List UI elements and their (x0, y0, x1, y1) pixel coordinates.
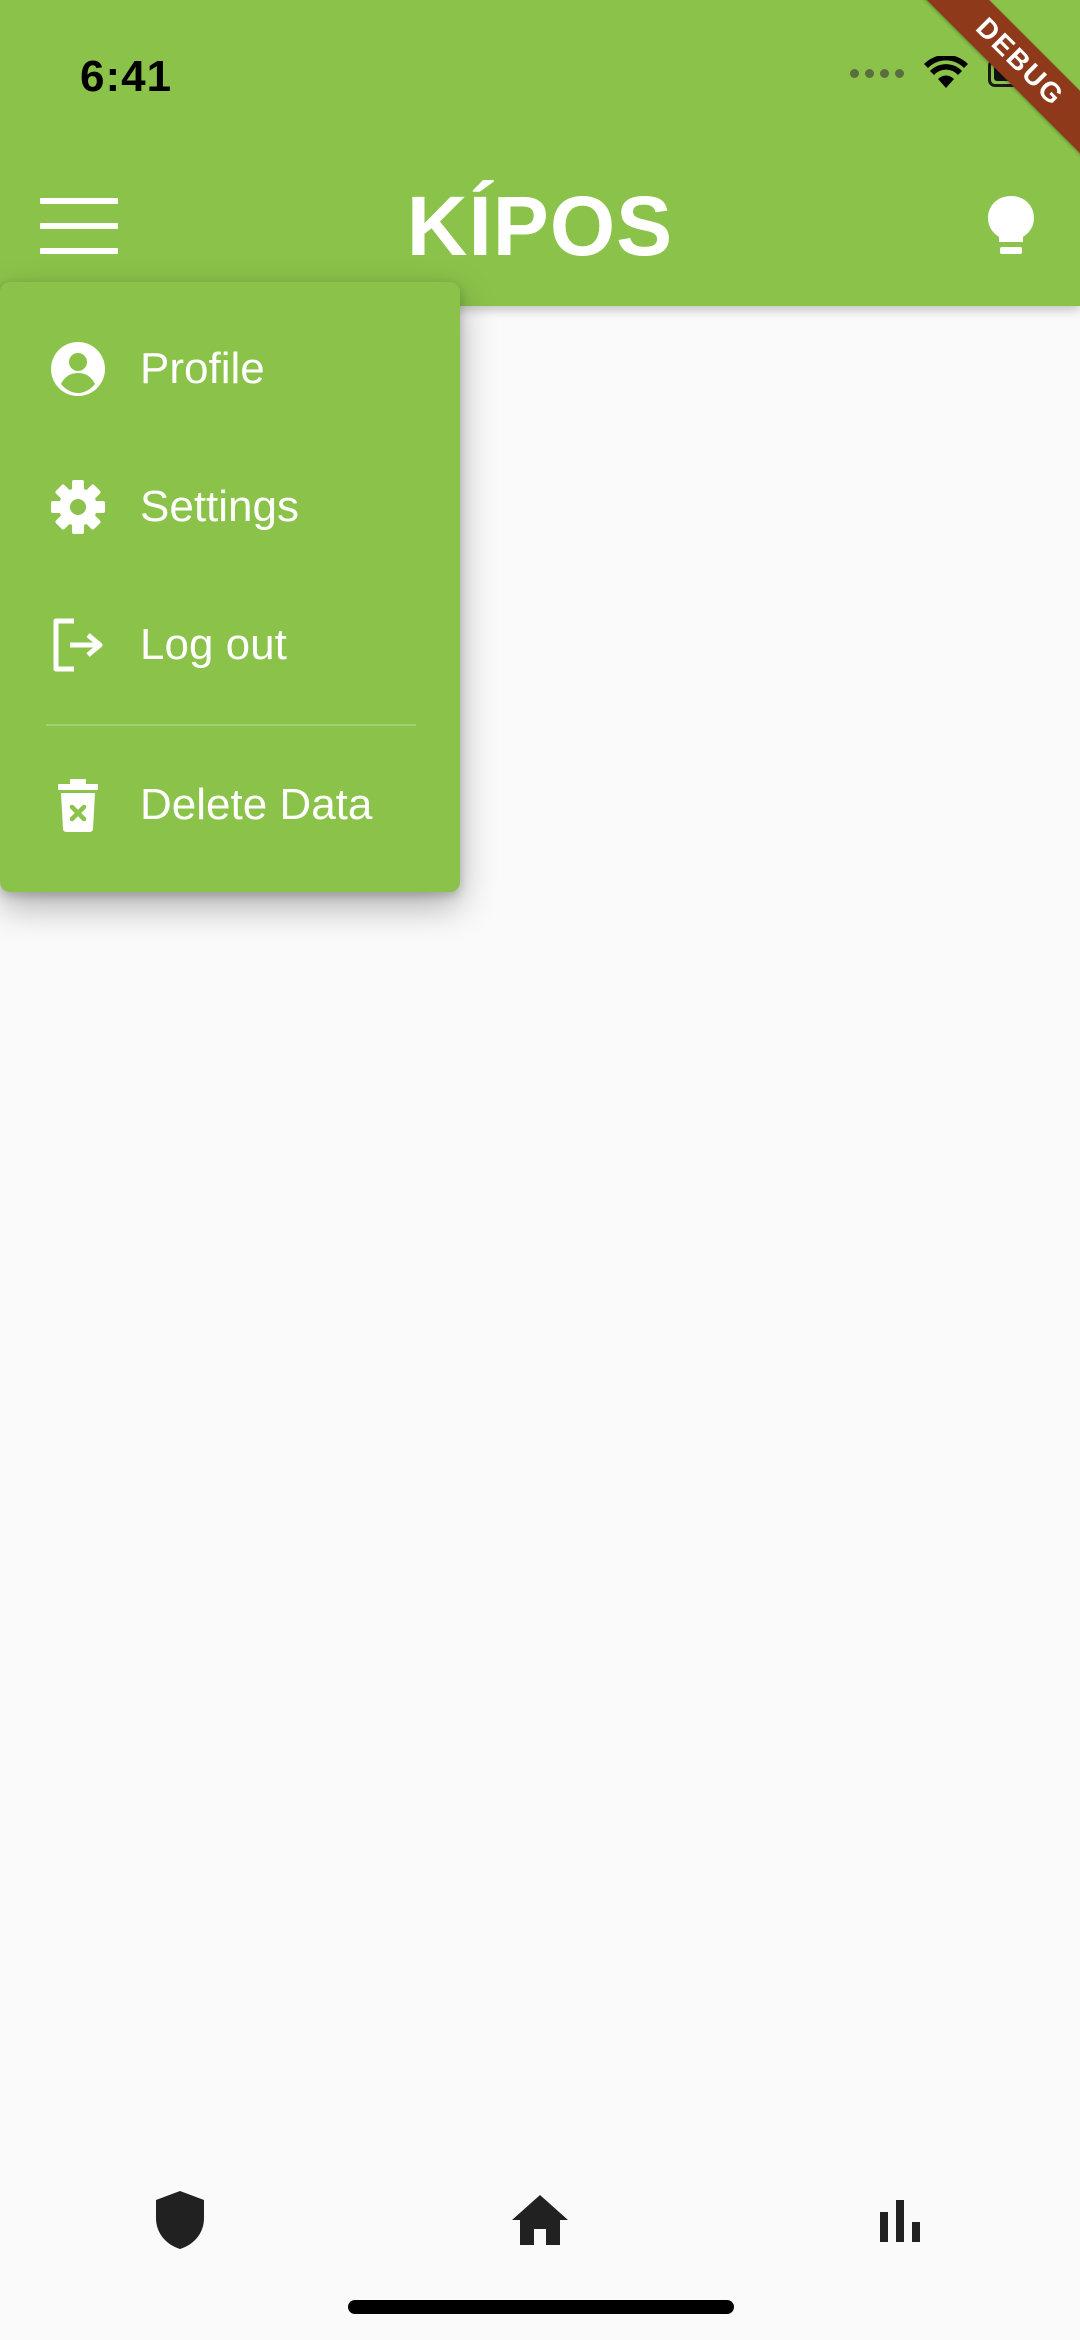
menu-item-label: Log out (140, 620, 287, 669)
home-indicator[interactable] (348, 2300, 734, 2314)
trash-icon (48, 775, 108, 835)
menu-item-logout[interactable]: Log out (0, 580, 460, 710)
menu-item-settings[interactable]: Settings (0, 442, 460, 572)
lightbulb-icon[interactable] (985, 194, 1037, 258)
nav-stats[interactable] (860, 2180, 940, 2260)
menu-item-profile[interactable]: Profile (0, 304, 460, 434)
nav-home[interactable] (500, 2180, 580, 2260)
nav-shield[interactable] (140, 2180, 220, 2260)
overflow-popup-menu: Profile Settings Log out Delete Data (0, 282, 460, 892)
gear-icon (48, 477, 108, 537)
app-screen: 6:41 KÍPOS DEBUG Profile Settings Log ou… (0, 0, 1080, 2340)
wifi-icon (924, 56, 968, 88)
menu-item-delete-data[interactable]: Delete Data (0, 740, 460, 870)
shield-icon (156, 2191, 204, 2249)
home-icon (512, 2195, 568, 2245)
bottom-navigation (0, 2150, 1080, 2270)
account-circle-icon (48, 339, 108, 399)
cellular-signal-icon (850, 68, 904, 78)
menu-item-label: Settings (140, 482, 299, 531)
bar-chart-icon (880, 2200, 920, 2242)
app-title: KÍPOS (406, 179, 674, 273)
menu-divider (46, 724, 416, 726)
menu-item-label: Delete Data (140, 780, 373, 829)
logout-icon (48, 615, 108, 675)
status-time: 6:41 (80, 52, 173, 101)
app-bar: 6:41 KÍPOS (0, 0, 1080, 306)
menu-item-label: Profile (140, 344, 265, 393)
